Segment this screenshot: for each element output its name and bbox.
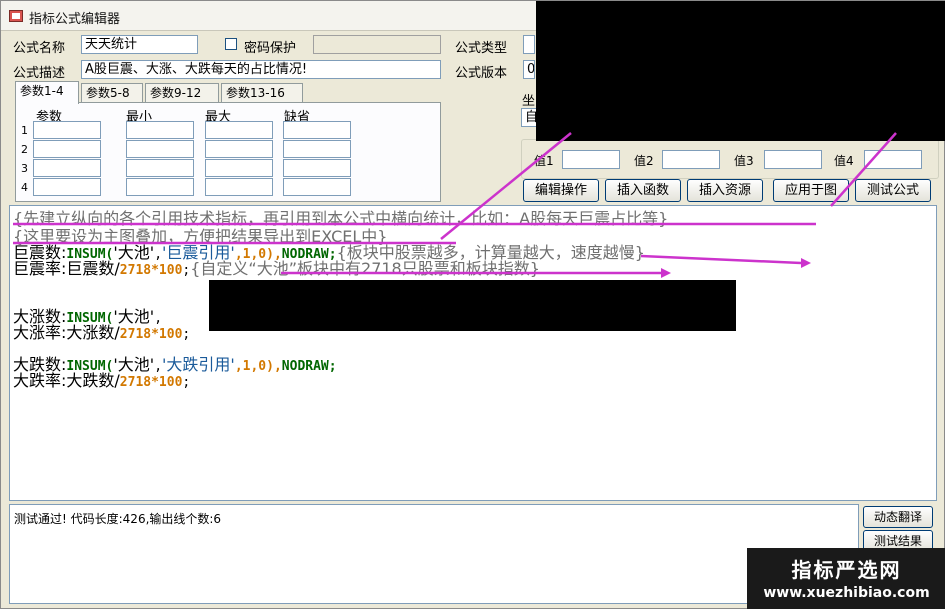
tab-params-5-8[interactable]: 参数5-8: [81, 83, 143, 103]
param-3-name[interactable]: [33, 159, 101, 177]
code-editor[interactable]: {先建立纵向的各个引用技术指标，再引用到本公式中横向统计，比如：A股每天巨震占比…: [9, 205, 937, 501]
param-row-num: 3: [21, 162, 28, 175]
code-line: 大跌率:大跌数/2718*100;: [13, 371, 191, 391]
param-row-num: 2: [21, 143, 28, 156]
param-4-min[interactable]: [126, 178, 194, 196]
tab-params-13-16[interactable]: 参数13-16: [221, 83, 303, 103]
param-row-num: 1: [21, 124, 28, 137]
param-4-default[interactable]: [283, 178, 351, 196]
param-panel: 参数 最小 最大 缺省 1 2 3 4: [15, 102, 441, 202]
test-formula-button[interactable]: 测试公式: [855, 179, 931, 202]
redaction-block: [209, 280, 736, 331]
value-4-input[interactable]: [864, 150, 922, 169]
value-4-label: 值4: [834, 154, 854, 168]
value-3-input[interactable]: [764, 150, 822, 169]
param-3-default[interactable]: [283, 159, 351, 177]
formula-type-select[interactable]: [523, 35, 535, 54]
param-3-min[interactable]: [126, 159, 194, 177]
value-1-label: 值1: [534, 154, 554, 168]
edit-operation-button[interactable]: 编辑操作: [523, 179, 599, 202]
coord-select[interactable]: 自: [521, 108, 537, 127]
tab-params-9-12[interactable]: 参数9-12: [145, 83, 219, 103]
param-4-name[interactable]: [33, 178, 101, 196]
test-status-text: 测试通过! 代码长度:426,输出线个数:6: [14, 512, 222, 526]
param-1-min[interactable]: [126, 121, 194, 139]
insert-resource-button[interactable]: 插入资源: [687, 179, 763, 202]
watermark-url: www.xuezhibiao.com: [763, 585, 930, 601]
formula-name-input[interactable]: 天天统计: [81, 35, 198, 54]
formula-version-input[interactable]: 0: [523, 60, 535, 79]
param-3-max[interactable]: [205, 159, 273, 177]
password-input[interactable]: [313, 35, 441, 54]
param-2-default[interactable]: [283, 140, 351, 158]
param-2-max[interactable]: [205, 140, 273, 158]
insert-function-button[interactable]: 插入函数: [605, 179, 681, 202]
code-comment-line: {先建立纵向的各个引用技术指标，再引用到本公式中横向统计，比如：A股每天巨震占比…: [13, 209, 669, 228]
password-checkbox[interactable]: [225, 38, 237, 50]
code-line: 巨震率:巨震数/2718*100;{自定义“大池”板块中有2718只股票和板块指…: [13, 259, 540, 279]
redaction-block: [536, 1, 945, 141]
window-title: 指标公式编辑器: [29, 12, 121, 27]
value-3-label: 值3: [734, 154, 754, 168]
coord-label: 坐: [522, 94, 536, 109]
param-1-default[interactable]: [283, 121, 351, 139]
dynamic-translate-button[interactable]: 动态翻译: [863, 506, 933, 528]
code-line: 大涨率:大涨数/2718*100;: [13, 323, 191, 343]
watermark-title: 指标严选网: [791, 558, 902, 582]
value-2-input[interactable]: [662, 150, 720, 169]
formula-desc-label: 公式描述: [13, 66, 66, 81]
param-1-name[interactable]: [33, 121, 101, 139]
formula-name-label: 公式名称: [13, 41, 66, 56]
param-row-num: 4: [21, 181, 28, 194]
formula-editor-window: 指标公式编辑器 公式名称 天天统计 密码保护 公式类型 公式描述 A股巨震、大涨…: [0, 0, 945, 609]
param-2-name[interactable]: [33, 140, 101, 158]
password-label: 密码保护: [244, 41, 297, 56]
tab-params-1-4[interactable]: 参数1-4: [15, 81, 79, 104]
param-4-max[interactable]: [205, 178, 273, 196]
test-output-panel: 测试通过! 代码长度:426,输出线个数:6: [9, 504, 859, 604]
site-watermark: 指标严选网 www.xuezhibiao.com: [747, 548, 945, 609]
value-1-input[interactable]: [562, 150, 620, 169]
formula-desc-input[interactable]: A股巨震、大涨、大跌每天的占比情况!: [81, 60, 441, 79]
apply-to-chart-button[interactable]: 应用于图: [773, 179, 849, 202]
app-icon: [9, 10, 23, 22]
formula-version-label: 公式版本: [455, 66, 508, 81]
value-2-label: 值2: [634, 154, 654, 168]
param-1-max[interactable]: [205, 121, 273, 139]
param-2-min[interactable]: [126, 140, 194, 158]
formula-type-label: 公式类型: [455, 41, 508, 56]
values-group: 值1 值2 值3 值4: [521, 139, 939, 179]
